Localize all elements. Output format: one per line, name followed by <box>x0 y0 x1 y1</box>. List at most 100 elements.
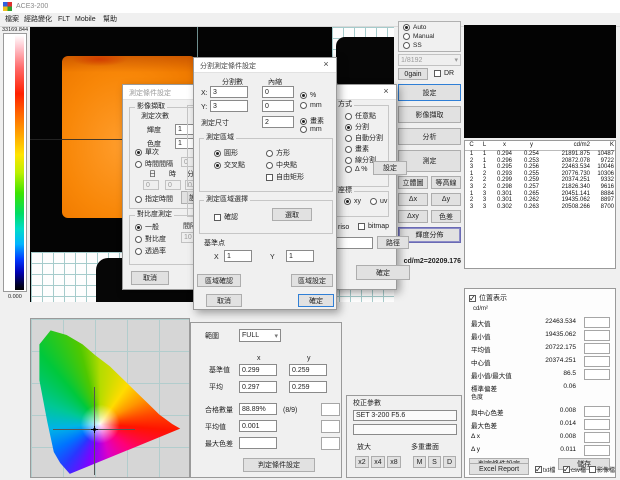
path-button[interactable]: 路徑 <box>377 236 409 249</box>
menu-item-flt[interactable]: FLT <box>58 16 70 24</box>
radio-icon <box>300 102 307 109</box>
manual-radio[interactable]: Manual <box>403 33 434 40</box>
avg-x-field[interactable]: 0.297 <box>239 381 277 393</box>
size-pixel-radio[interactable]: 畫素 <box>300 116 324 126</box>
zoom-x4-button[interactable]: x4 <box>371 456 385 468</box>
measure-cancel-button[interactable]: 取消 <box>131 271 169 285</box>
col-y-header: y <box>307 355 311 363</box>
coord-xy-radio[interactable]: xy <box>344 198 361 205</box>
spec-time-radio[interactable]: 指定時間 <box>135 194 173 204</box>
bitmap-checkbox[interactable]: bitmap <box>358 223 389 230</box>
cie-chromaticity-panel[interactable] <box>30 318 190 478</box>
measurement-table[interactable]: C L x y cd/m2 K 110.294 0.25421891.87510… <box>464 140 616 269</box>
inset-y-field[interactable]: 0 <box>262 100 294 112</box>
delta-y-button[interactable]: Δy <box>431 193 461 206</box>
color-diff-button[interactable]: 色差 <box>431 210 461 223</box>
result-indicator <box>321 420 340 433</box>
txt-file-checkbox[interactable]: txt檔 <box>535 465 555 474</box>
general-radio[interactable]: 一般 <box>135 222 159 232</box>
radio-icon <box>403 24 410 31</box>
settings-button[interactable]: 設定 <box>398 84 461 101</box>
range-select[interactable]: FULL ▾ <box>239 329 281 342</box>
analyze-button[interactable]: 分析 <box>398 128 461 145</box>
region-center-radio[interactable]: 中央點 <box>266 160 297 170</box>
luminance-readout: cd/m2=20209.176 <box>404 258 461 266</box>
method-delta-pct-radio[interactable]: Δ % <box>345 166 367 173</box>
contrast-radio[interactable]: 對比度 <box>135 234 166 244</box>
delta-xy-button[interactable]: Δxy <box>398 210 428 223</box>
xy-label: xy <box>354 198 361 205</box>
center-label: 中央點 <box>276 160 297 170</box>
inset-x-field[interactable]: 0 <box>262 86 294 98</box>
free-rect-checkbox[interactable]: 自由矩形 <box>266 172 304 182</box>
method-any-point-radio[interactable]: 任意點 <box>345 111 376 121</box>
delta-x-button[interactable]: Δx <box>398 193 428 206</box>
dialog-title-bar[interactable]: 分割測定條件設定 × <box>194 58 336 73</box>
split-ok-button[interactable]: 確定 <box>298 294 334 307</box>
region-set-button[interactable]: 區域設定 <box>291 274 333 287</box>
image-file-checkbox[interactable]: 影像檔 <box>589 465 615 474</box>
result-indicator <box>584 419 610 430</box>
zoom-x2-button[interactable]: x2 <box>355 456 369 468</box>
div-x-field[interactable]: 3 <box>210 86 248 98</box>
chevron-down-icon: ▾ <box>274 332 278 340</box>
image-capture-button[interactable]: 影像擷取 <box>398 106 461 123</box>
avg-y-field[interactable]: 0.259 <box>289 381 327 393</box>
zoom-x8-button[interactable]: x8 <box>387 456 401 468</box>
dr-checkbox[interactable]: DR <box>434 70 454 77</box>
solid-view-button[interactable]: 立體圖 <box>398 176 428 189</box>
contour-button[interactable]: 等高線 <box>431 176 461 189</box>
radio-icon <box>300 126 307 133</box>
excel-report-button2[interactable]: Excel Report <box>469 463 529 475</box>
ss-radio[interactable]: SS <box>403 42 422 49</box>
interval-radio[interactable]: 時間間隔 <box>135 159 173 169</box>
base-y-field[interactable]: 1 <box>286 250 314 262</box>
close-icon[interactable]: × <box>316 58 336 71</box>
size-mm-radio[interactable]: mm <box>300 126 322 133</box>
measure-button[interactable]: 測定 <box>398 150 461 172</box>
inset-mm-radio[interactable]: mm <box>300 102 322 109</box>
calibration-extra-field[interactable] <box>353 424 457 435</box>
menu-item-help[interactable]: 幫助 <box>103 16 117 24</box>
confirm-checkbox[interactable]: 確認 <box>214 212 238 222</box>
method-set-button[interactable]: 設定 <box>373 161 407 175</box>
region-confirm-button[interactable]: 區域確認 <box>197 274 241 287</box>
trans-radio[interactable]: 透過率 <box>135 246 166 256</box>
pick-button[interactable]: 選取 <box>272 208 312 221</box>
coord-uv-radio[interactable]: uv <box>370 198 387 205</box>
region-cross-radio[interactable]: 交叉點 <box>214 160 245 170</box>
judge-condition-button[interactable]: 判定條件設定 <box>243 458 315 472</box>
ref-x-field[interactable]: 0.299 <box>239 364 277 376</box>
method-line-split-radio[interactable]: 線分割 <box>345 155 376 165</box>
day-field[interactable]: 0 <box>143 180 159 190</box>
hour-field[interactable]: 0 <box>165 180 181 190</box>
menu-item-path-change[interactable]: 經路變化 <box>24 16 52 24</box>
auto-radio[interactable]: Auto <box>403 24 426 31</box>
gain-button[interactable]: 0gain <box>398 68 428 80</box>
method-pixel-radio[interactable]: 畫素 <box>345 144 369 154</box>
split-cancel-button[interactable]: 取消 <box>206 294 242 307</box>
measure-ok-button[interactable]: 確定 <box>356 265 410 280</box>
close-icon[interactable]: × <box>376 85 396 98</box>
shutter-select[interactable]: 1/8192 ▾ <box>398 54 461 66</box>
method-auto-split-radio[interactable]: 自動分割 <box>345 133 383 143</box>
single-radio[interactable]: 單次 <box>135 147 159 157</box>
bitmap-label: bitmap <box>368 223 389 230</box>
csv-file-checkbox[interactable]: csv檔 <box>563 465 586 474</box>
multi-d-button[interactable]: D <box>443 456 456 468</box>
position-display-checkbox[interactable]: 位置表示 <box>469 293 507 303</box>
region-square-radio[interactable]: 方形 <box>266 148 290 158</box>
auto-label: Auto <box>413 24 426 31</box>
ref-y-field[interactable]: 0.259 <box>289 364 327 376</box>
calibration-preset-field[interactable]: SET 3-200 F5.6 <box>353 410 457 421</box>
region-circle-radio[interactable]: 圓形 <box>214 148 238 158</box>
menu-item-file[interactable]: 檔案 <box>5 16 19 24</box>
multi-m-button[interactable]: M <box>413 456 426 468</box>
method-split-radio[interactable]: 分割 <box>345 122 369 132</box>
multi-s-button[interactable]: S <box>428 456 441 468</box>
menu-item-mobile[interactable]: Mobile <box>75 16 96 24</box>
base-x-field[interactable]: 1 <box>224 250 252 262</box>
inset-pct-radio[interactable]: % <box>300 92 316 99</box>
div-y-field[interactable]: 3 <box>210 100 248 112</box>
size-field[interactable]: 2 <box>262 116 294 128</box>
